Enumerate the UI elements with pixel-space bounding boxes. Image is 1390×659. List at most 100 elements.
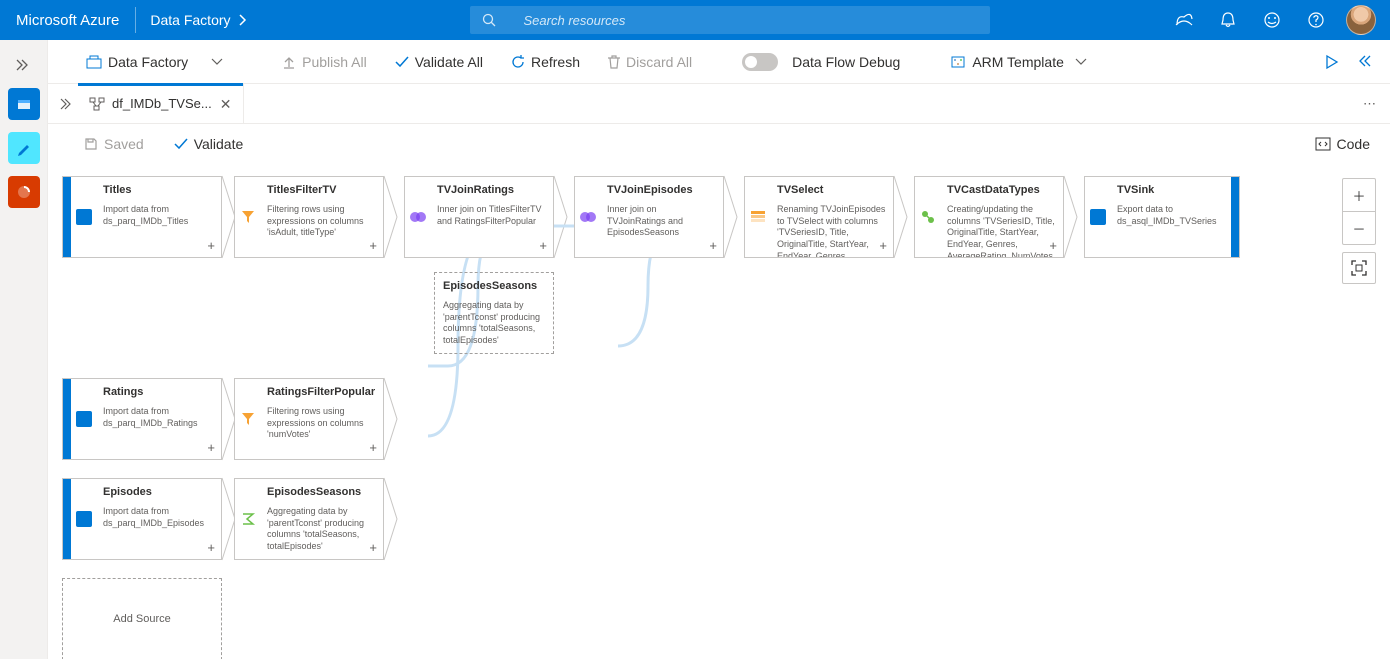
run-icon[interactable]	[1326, 55, 1338, 69]
validate-all-button[interactable]: Validate All	[385, 46, 493, 78]
add-step-icon[interactable]: +	[369, 540, 377, 555]
rail-item-home[interactable]	[8, 88, 40, 120]
node-desc: Creating/updating the columns 'TVSeriesI…	[947, 204, 1057, 257]
tabs-overflow-icon[interactable]: ⋯	[1349, 84, 1390, 123]
chevron-down-icon	[1076, 59, 1086, 65]
fit-to-screen-button[interactable]	[1342, 252, 1376, 284]
breadcrumb[interactable]: Data Factory	[136, 12, 259, 28]
arm-label: ARM Template	[972, 54, 1064, 70]
rail-item-author[interactable]	[8, 132, 40, 164]
tab-label: df_IMDb_TVSe...	[112, 96, 212, 111]
filter-icon	[241, 412, 255, 426]
fit-icon	[1351, 260, 1367, 276]
node-desc: Filtering rows using expressions on colu…	[267, 406, 377, 441]
add-step-icon[interactable]: +	[369, 238, 377, 253]
node-desc: Aggregating data by 'parentTconst' produ…	[267, 506, 377, 553]
add-step-icon[interactable]: +	[207, 540, 215, 555]
discard-all-button[interactable]: Discard All	[598, 46, 702, 78]
join-icon	[580, 211, 596, 223]
node-tvjoinratings[interactable]: TVJoinRatingsInner join on TitlesFilterT…	[404, 176, 554, 258]
data-factory-label: Data Factory	[108, 54, 188, 70]
help-icon[interactable]	[1294, 0, 1338, 40]
add-step-icon[interactable]: +	[207, 440, 215, 455]
add-step-icon[interactable]: +	[539, 238, 547, 253]
node-title: TitlesFilterTV	[267, 184, 377, 196]
breadcrumb-label: Data Factory	[150, 12, 230, 28]
validate-label: Validate	[194, 136, 244, 152]
validate-all-label: Validate All	[415, 54, 483, 70]
code-icon	[1315, 137, 1331, 151]
node-desc: Import data from ds_parq_IMDb_Ratings	[103, 406, 215, 429]
search-icon	[482, 13, 496, 27]
add-step-icon[interactable]: +	[879, 238, 887, 253]
check-icon	[395, 56, 409, 68]
derived-icon	[921, 210, 935, 224]
node-episodes-seasons[interactable]: EpisodesSeasonsAggregating data by 'pare…	[234, 478, 384, 560]
saved-status: Saved	[84, 136, 144, 152]
node-desc: Export data to ds_asql_IMDb_TVSeries	[1117, 204, 1225, 227]
source-icon	[76, 511, 92, 527]
close-icon[interactable]: ✕	[220, 97, 232, 111]
expand-tabs-icon[interactable]	[56, 84, 78, 123]
node-episodes[interactable]: EpisodesImport data from ds_parq_IMDb_Ep…	[62, 478, 222, 560]
sub-toolbar: Saved Validate Code	[48, 124, 1390, 164]
code-label: Code	[1337, 136, 1370, 152]
search-placeholder: Search resources	[524, 13, 626, 28]
source-icon	[76, 411, 92, 427]
refresh-button[interactable]: Refresh	[501, 46, 590, 78]
node-desc: Filtering rows using expressions on colu…	[267, 204, 377, 239]
sink-icon	[1090, 209, 1106, 225]
add-step-icon[interactable]: +	[1049, 238, 1057, 253]
dataflow-debug-toggle[interactable]: Data Flow Debug	[732, 46, 910, 78]
filter-icon	[241, 210, 255, 224]
trash-icon	[608, 55, 620, 69]
add-step-icon[interactable]: +	[207, 238, 215, 253]
check-icon	[174, 138, 188, 150]
brand-label[interactable]: Microsoft Azure	[0, 7, 136, 33]
node-ratings-filter[interactable]: RatingsFilterPopular Filtering rows using…	[234, 378, 384, 460]
notifications-icon[interactable]	[1206, 0, 1250, 40]
node-tvselect[interactable]: TVSelectRenaming TVJoinEpisodes to TVSel…	[744, 176, 894, 258]
cloud-shell-icon[interactable]	[1162, 0, 1206, 40]
rail-item-monitor[interactable]	[8, 176, 40, 208]
publish-all-button[interactable]: Publish All	[272, 46, 377, 78]
node-ratings[interactable]: RatingsImport data from ds_parq_IMDb_Rat…	[62, 378, 222, 460]
node-desc: Inner join on TitlesFilterTV and Ratings…	[437, 204, 547, 227]
add-step-icon[interactable]: +	[709, 238, 717, 253]
node-desc: Import data from ds_parq_IMDb_Episodes	[103, 506, 215, 529]
arm-icon	[950, 55, 966, 69]
add-source-button[interactable]: Add Source	[62, 578, 222, 659]
add-step-icon[interactable]: +	[369, 440, 377, 455]
code-button[interactable]: Code	[1315, 136, 1370, 152]
feedback-icon[interactable]	[1250, 0, 1294, 40]
tabs-row: df_IMDb_TVSe... ✕ ⋯	[48, 84, 1390, 124]
node-titles[interactable]: TitlesImport data from ds_parq_IMDb_Titl…	[62, 176, 222, 258]
validate-button[interactable]: Validate	[174, 136, 244, 152]
node-tvsink[interactable]: TVSink Export data to ds_asql_IMDb_TVSeri…	[1084, 176, 1240, 258]
collapse-icon[interactable]	[1356, 56, 1370, 68]
zoom-in-button[interactable]: ＋	[1343, 179, 1375, 211]
publish-icon	[282, 55, 296, 69]
arm-template-dropdown[interactable]: ARM Template	[940, 46, 1096, 78]
factory-icon	[86, 55, 102, 69]
toggle-switch-icon	[742, 53, 778, 71]
node-titles-filter[interactable]: TitlesFilterTV Filtering rows using expre…	[234, 176, 384, 258]
tab-dataflow[interactable]: df_IMDb_TVSe... ✕	[78, 84, 244, 123]
node-episodes-seasons-ref[interactable]: EpisodesSeasonsAggregating data by 'pare…	[434, 272, 554, 354]
node-title: Titles	[103, 184, 215, 196]
expand-rail-icon[interactable]	[0, 48, 48, 82]
node-title: TVJoinEpisodes	[607, 184, 717, 196]
node-tvjoinepisodes[interactable]: TVJoinEpisodesInner join on TVJoinRating…	[574, 176, 724, 258]
search-input[interactable]: Search resources	[470, 6, 990, 34]
avatar[interactable]	[1346, 5, 1376, 35]
dataflow-canvas[interactable]: ＋ － TitlesImport data from ds_parq_IMDb_…	[48, 164, 1390, 659]
node-title: RatingsFilterPopular	[267, 386, 377, 398]
zoom-out-button[interactable]: －	[1343, 212, 1375, 244]
chevron-right-icon	[239, 15, 246, 25]
saved-label: Saved	[104, 136, 144, 152]
node-title: TVSink	[1117, 184, 1225, 196]
data-factory-dropdown[interactable]: Data Factory	[76, 46, 232, 78]
node-tvcast[interactable]: TVCastDataTypesCreating/updating the col…	[914, 176, 1064, 258]
select-icon	[751, 211, 765, 223]
node-desc: Renaming TVJoinEpisodes to TVSelect with…	[777, 204, 887, 257]
